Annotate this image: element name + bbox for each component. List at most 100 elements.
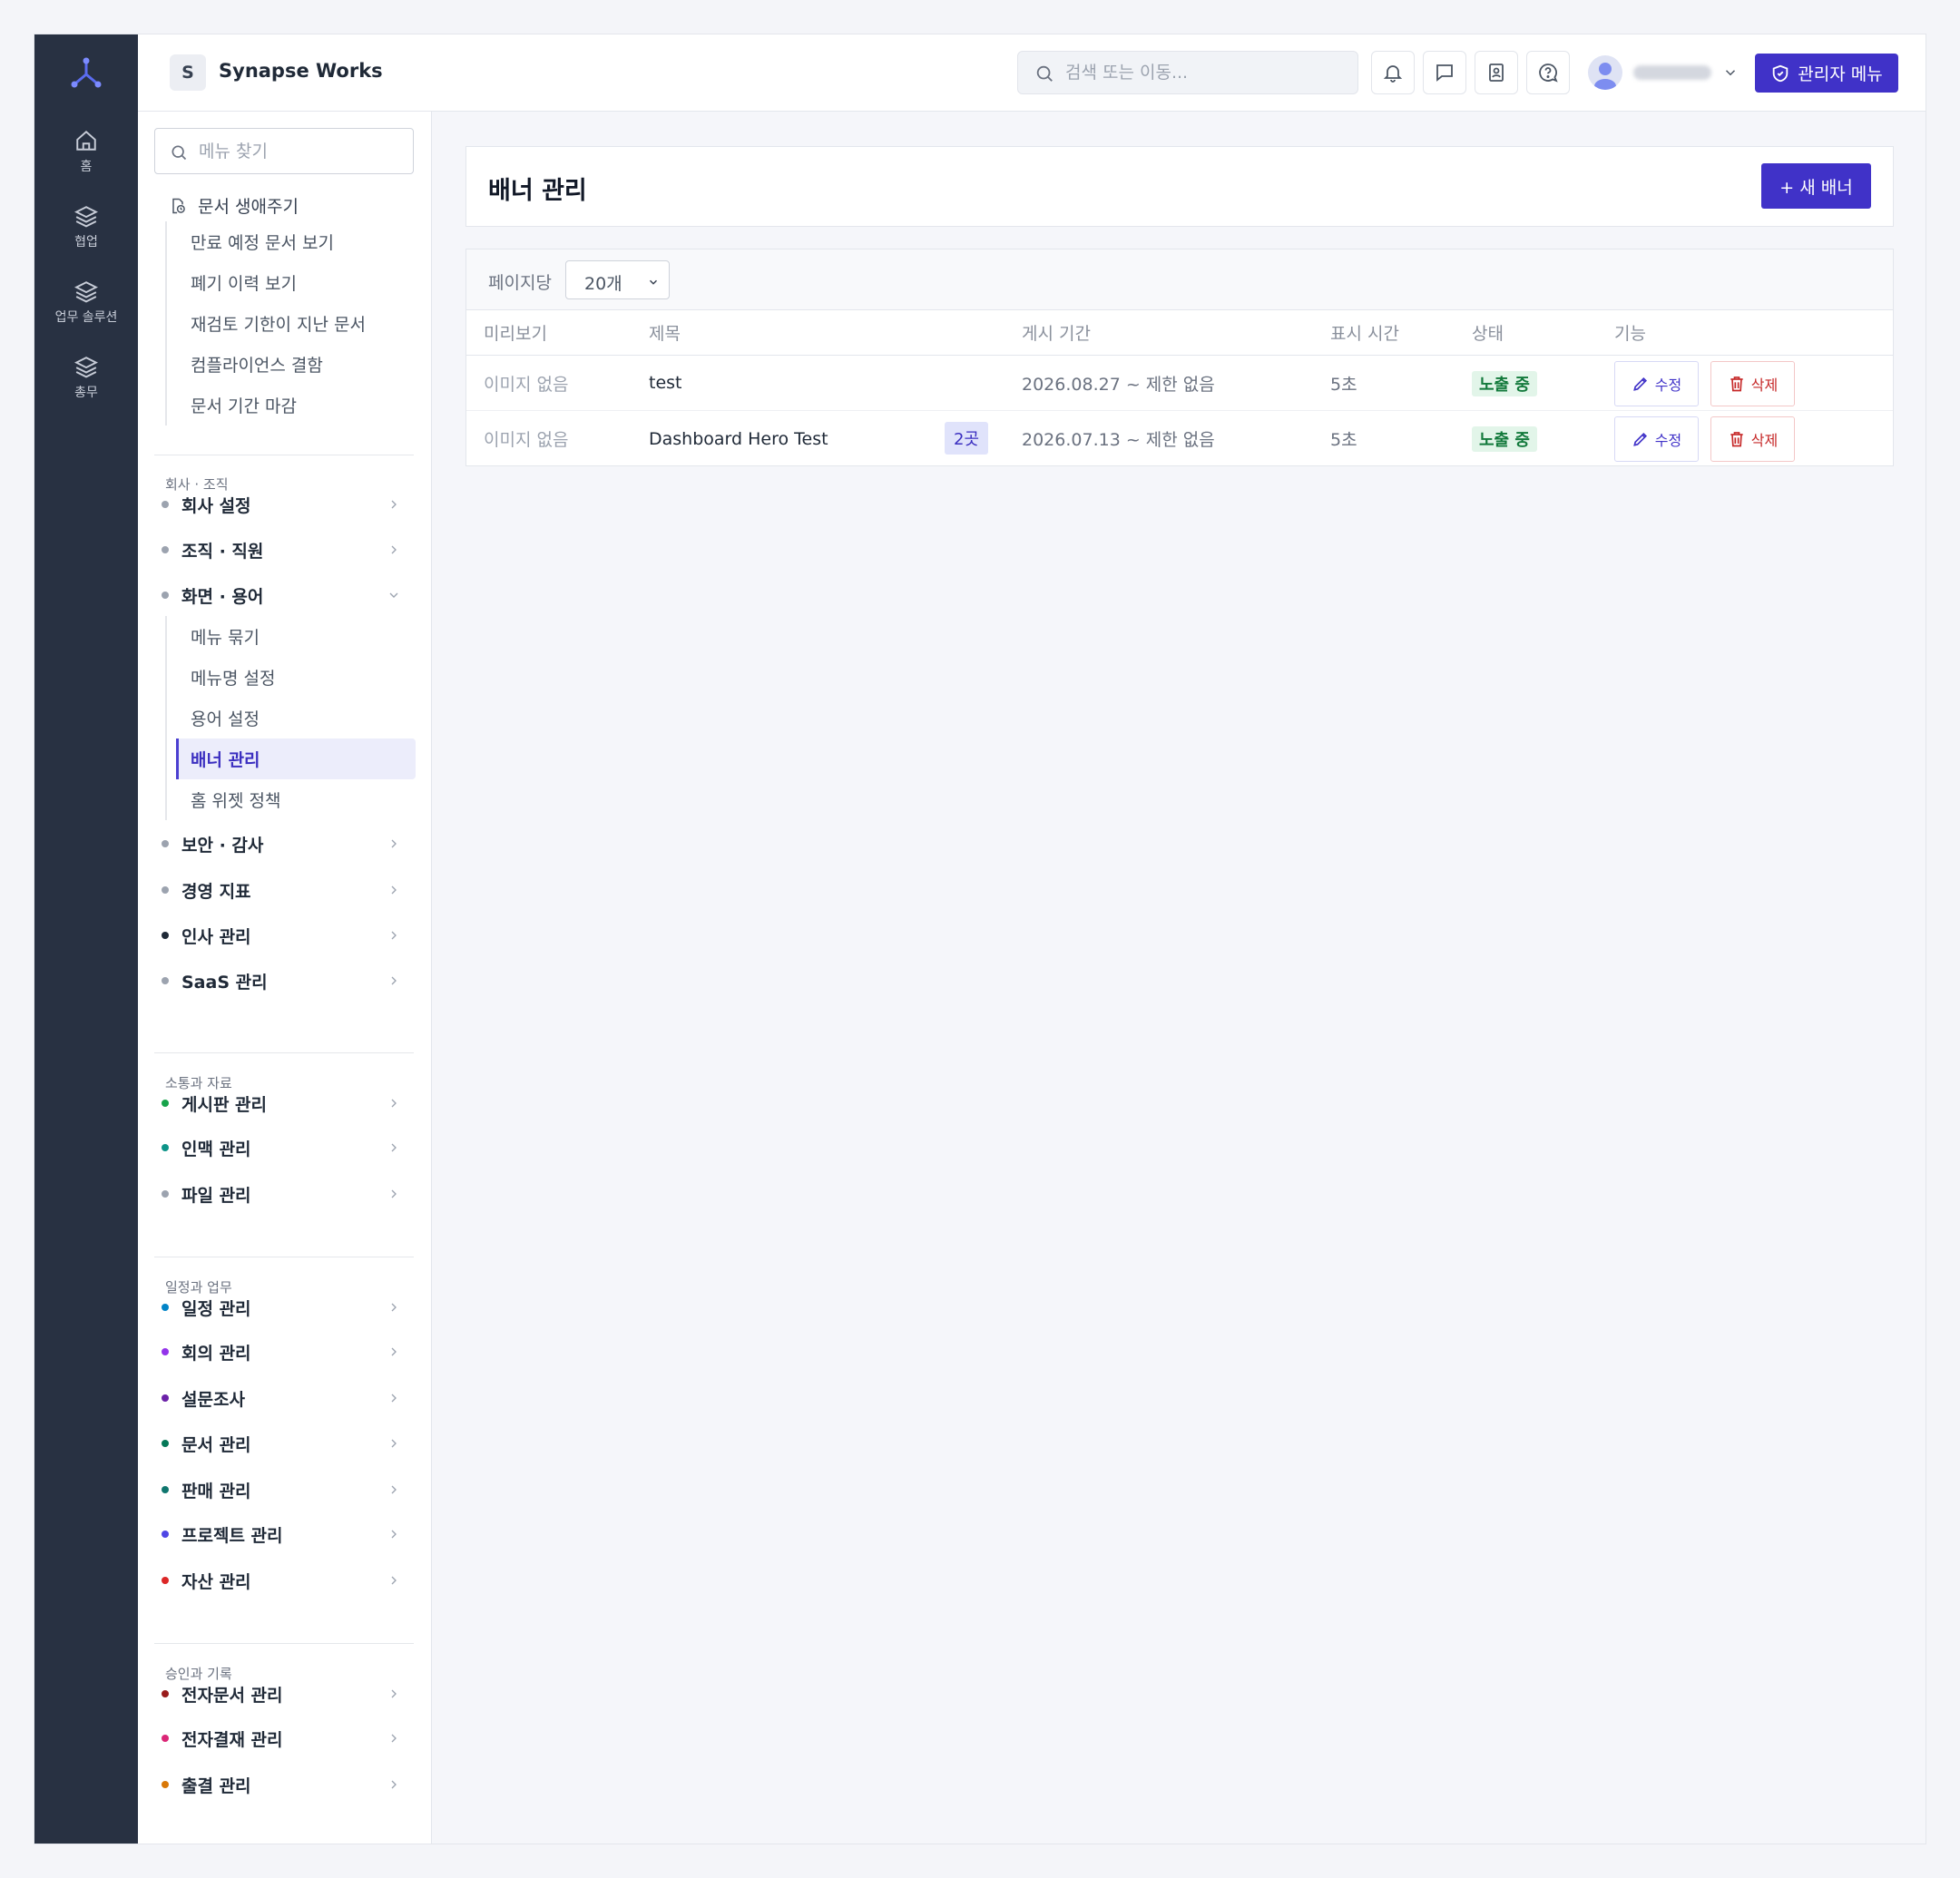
rail-item-general-affairs[interactable]: 총무 xyxy=(34,355,138,401)
rail-item-home[interactable]: 홈 xyxy=(34,129,138,175)
trash-icon xyxy=(1730,432,1743,447)
contacts-button[interactable] xyxy=(1475,51,1518,94)
sidebar-item-hr[interactable]: 인사 관리 xyxy=(162,915,414,956)
sidebar-item-e-documents[interactable]: 전자문서 관리 xyxy=(162,1673,414,1715)
sidebar-item-label: 인맥 관리 xyxy=(181,1139,251,1159)
workspace-name[interactable]: Synapse Works xyxy=(219,60,383,82)
layers-icon xyxy=(74,281,98,303)
pencil-icon xyxy=(1632,377,1647,391)
sidebar-item-calendar[interactable]: 일정 관리 xyxy=(162,1286,414,1328)
table-row: 이미지 없음 Dashboard Hero Test 2곳 2026.07.13… xyxy=(466,411,1893,466)
help-button[interactable] xyxy=(1526,51,1570,94)
sidebar-item-network[interactable]: 인맥 관리 xyxy=(162,1127,414,1169)
sidebar-item-attendance[interactable]: 출결 관리 xyxy=(162,1764,414,1805)
delete-button[interactable]: 삭제 xyxy=(1710,416,1795,462)
sidebar-item-survey[interactable]: 설문조사 xyxy=(162,1377,414,1419)
banner-table-card: 페이지당 20개 미리보기 제목 게시 기간 표시 시간 상태 기능 이미지 없… xyxy=(466,249,1894,466)
sidebar-subitem-period-close[interactable]: 문서 기간 마감 xyxy=(167,385,416,425)
rail-item-collab[interactable]: 협업 xyxy=(34,204,138,250)
sidebar-subitem-terms[interactable]: 용어 설정 xyxy=(167,698,416,738)
status-dot xyxy=(162,840,169,847)
chevron-right-icon xyxy=(391,1485,397,1494)
sidebar-subitem-overdue-review[interactable]: 재검토 기한이 지난 문서 xyxy=(167,303,416,344)
sidebar-subitem-compliance[interactable]: 컴플라이언스 결함 xyxy=(167,344,416,385)
global-search-input[interactable] xyxy=(1065,52,1338,93)
sidebar-item-screen-terms[interactable]: 화면 · 용어 xyxy=(162,574,414,616)
sidebar-item-label: 설문조사 xyxy=(181,1389,245,1410)
sidebar-item-assets[interactable]: 자산 관리 xyxy=(162,1560,414,1601)
user-icon xyxy=(1594,63,1616,90)
admin-menu-button[interactable]: 관리자 메뉴 xyxy=(1755,54,1898,93)
sidebar-item-projects[interactable]: 프로젝트 관리 xyxy=(162,1513,414,1555)
status-dot xyxy=(162,1440,169,1447)
sidebar-item-label: 파일 관리 xyxy=(181,1185,251,1206)
sidebar-subitem-menu-group[interactable]: 메뉴 묶기 xyxy=(167,616,416,657)
edit-button[interactable]: 수정 xyxy=(1614,361,1699,406)
chevron-right-icon xyxy=(391,1576,397,1585)
chevron-right-icon xyxy=(391,1439,397,1448)
sidebar-item-label: 인사 관리 xyxy=(181,926,251,947)
pagination-bar: 페이지당 20개 xyxy=(466,249,1893,310)
column-header-period: 게시 기간 xyxy=(1022,324,1091,344)
sidebar-subitem-menu-names[interactable]: 메뉴명 설정 xyxy=(167,657,416,698)
global-search[interactable] xyxy=(1017,51,1358,94)
trash-icon xyxy=(1730,377,1743,392)
status-dot xyxy=(162,501,169,508)
sidebar-item-security-audit[interactable]: 보안 · 감사 xyxy=(162,823,414,865)
delete-button[interactable]: 삭제 xyxy=(1710,361,1795,406)
status-dot xyxy=(162,1190,169,1198)
rail-item-solutions[interactable]: 업무 솔루션 xyxy=(34,279,138,326)
chevron-down-icon xyxy=(1725,70,1736,76)
chevron-right-icon xyxy=(391,1394,397,1403)
chevron-right-icon xyxy=(391,885,397,895)
layers-icon xyxy=(74,357,98,378)
sidebar-subitem-banner-management[interactable]: 배너 관리 xyxy=(176,738,416,779)
app-logo-icon[interactable] xyxy=(68,54,104,91)
sidebar-item-org-staff[interactable]: 조직 · 직원 xyxy=(162,529,414,571)
sidebar-item-label: 판매 관리 xyxy=(181,1481,251,1501)
bell-icon xyxy=(1383,65,1403,83)
sidebar-item-documents[interactable]: 문서 관리 xyxy=(162,1423,414,1464)
sidebar-item-label: 회사 설정 xyxy=(181,495,251,516)
messages-button[interactable] xyxy=(1423,51,1466,94)
menu-search-input[interactable] xyxy=(199,129,398,173)
edit-label: 수정 xyxy=(1654,377,1682,394)
sidebar-item-board[interactable]: 게시판 관리 xyxy=(162,1082,414,1124)
chevron-right-icon xyxy=(391,839,397,848)
status-dot xyxy=(162,1100,169,1107)
status-dot xyxy=(162,1486,169,1493)
sidebar-subitem-expiring[interactable]: 만료 예정 문서 보기 xyxy=(167,221,416,262)
sidebar-item-meetings[interactable]: 회의 관리 xyxy=(162,1331,414,1373)
lifecycle-sublist: 만료 예정 문서 보기 폐기 이력 보기 재검토 기한이 지난 문서 컴플라이언… xyxy=(165,221,416,425)
title-cell[interactable]: test xyxy=(649,356,682,410)
chevron-right-icon xyxy=(391,545,397,554)
placement-count-badge: 2곳 xyxy=(945,422,989,455)
sidebar-item-label: 문서 관리 xyxy=(181,1434,251,1455)
title-cell[interactable]: Dashboard Hero Test xyxy=(649,411,828,466)
sidebar-item-company-settings[interactable]: 회사 설정 xyxy=(162,484,414,525)
sidebar-item-files[interactable]: 파일 관리 xyxy=(162,1173,414,1215)
document-lifecycle-group[interactable]: 문서 생애주기 xyxy=(169,193,299,218)
column-header-actions: 기능 xyxy=(1614,324,1646,344)
app-window: 홈 협업 업무 솔루션 총무 S Synapse Works 검색 또는 이동.… xyxy=(34,34,1926,1844)
per-page-select[interactable]: 20개 xyxy=(565,260,670,299)
help-icon xyxy=(1539,64,1558,83)
sidebar-subitem-home-widget-policy[interactable]: 홈 위젯 정책 xyxy=(167,779,416,820)
menu-search[interactable] xyxy=(154,128,414,174)
edit-button[interactable]: 수정 xyxy=(1614,416,1699,462)
status-dot xyxy=(162,1690,169,1697)
workspace-avatar[interactable]: S xyxy=(170,54,206,91)
user-name-redacted xyxy=(1633,65,1711,80)
table-header: 미리보기 제목 게시 기간 표시 시간 상태 기능 xyxy=(466,310,1893,356)
sidebar-item-label: 경영 지표 xyxy=(181,881,251,902)
sidebar-item-saas[interactable]: SaaS 관리 xyxy=(162,960,414,1002)
new-banner-button[interactable]: + 새 배너 xyxy=(1761,163,1871,209)
sidebar-item-e-approval[interactable]: 전자결재 관리 xyxy=(162,1717,414,1759)
sidebar-item-sales[interactable]: 판매 관리 xyxy=(162,1469,414,1511)
chevron-right-icon xyxy=(391,1143,397,1152)
sidebar-item-management-metrics[interactable]: 경영 지표 xyxy=(162,869,414,911)
notifications-button[interactable] xyxy=(1371,51,1415,94)
chevron-right-icon xyxy=(391,1189,397,1198)
user-menu[interactable] xyxy=(1588,54,1739,91)
sidebar-subitem-disposal-history[interactable]: 폐기 이력 보기 xyxy=(167,262,416,303)
